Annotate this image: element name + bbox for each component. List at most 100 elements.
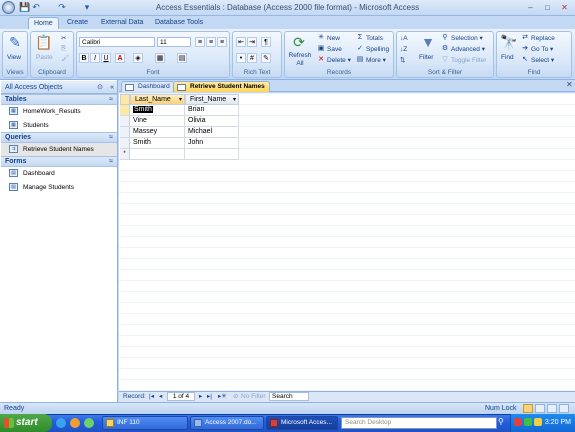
ie-quicklaunch-icon[interactable] (56, 418, 66, 428)
minimize-button[interactable]: – (523, 2, 538, 13)
row-selector[interactable] (120, 105, 130, 116)
tab-external-data[interactable]: External Data (96, 17, 148, 29)
nav-item-manage-students[interactable]: ▤ Manage Students (1, 181, 117, 194)
media-quicklaunch-icon[interactable] (70, 418, 80, 428)
table-cell[interactable]: Michael (185, 127, 239, 138)
copy-icon[interactable]: ⎘ (61, 44, 66, 53)
previous-record-icon[interactable]: ◂ (159, 392, 162, 402)
highlight-icon[interactable]: ✎ (261, 53, 271, 63)
row-selector[interactable] (120, 116, 130, 127)
increase-indent-icon[interactable]: ⇥ (247, 37, 257, 47)
text-direction-icon[interactable]: ¶ (261, 37, 271, 47)
font-size-combo[interactable]: 11 (157, 37, 191, 47)
tray-security-icon[interactable] (514, 418, 522, 426)
refresh-all-button[interactable]: Refresh All (287, 52, 313, 68)
nav-group-forms[interactable]: Forms ≈ (1, 156, 117, 167)
datasheet-view-icon[interactable] (523, 404, 533, 413)
toggle-filter-button[interactable]: ▽ Toggle Filter (441, 56, 486, 65)
tray-network-icon[interactable] (524, 418, 532, 426)
nav-item-dashboard[interactable]: ▤ Dashboard (1, 167, 117, 180)
maximize-button[interactable]: □ (540, 2, 555, 13)
cut-icon[interactable]: ✂ (61, 34, 66, 43)
tab-database-tools[interactable]: Database Tools (150, 17, 208, 29)
bullets-icon[interactable]: • (236, 53, 246, 63)
sort-ascending-icon[interactable]: ↓A (400, 34, 408, 43)
new-record-cell[interactable] (130, 149, 185, 160)
shutter-bar-close-icon[interactable]: « (110, 81, 114, 94)
column-header-first-name[interactable]: First_Name ▾ (185, 94, 239, 105)
select-all-corner[interactable] (120, 94, 130, 105)
nav-group-tables[interactable]: Tables ≈ (1, 94, 117, 105)
bold-button[interactable]: B (79, 53, 89, 63)
taskbar-item-inf110[interactable]: INF 110 (102, 416, 188, 430)
row-selector[interactable] (120, 138, 130, 149)
filter-status[interactable]: No Filter (241, 392, 266, 402)
new-record-marker[interactable]: * (120, 149, 130, 160)
pivot-chart-view-icon[interactable] (547, 404, 557, 413)
collapse-chevron-icon[interactable]: ≈ (109, 157, 113, 167)
underline-button[interactable]: U (101, 53, 111, 63)
view-button[interactable]: View (7, 53, 21, 62)
desktop-quicklaunch-icon[interactable] (84, 418, 94, 428)
filter-button[interactable]: Filter (419, 53, 433, 62)
nav-item-students[interactable]: ▦ Students (1, 119, 117, 132)
delete-record-button[interactable]: ✕ Delete ▾ (317, 56, 351, 65)
taskbar-item-access-doc[interactable]: Access 2007.do... (190, 416, 264, 430)
taskbar-item-microsoft-access[interactable]: Microsoft Acces... (266, 416, 338, 430)
totals-button[interactable]: Σ Totals (356, 34, 383, 43)
nav-item-homework-results[interactable]: ▦ HomeWork_Results (1, 105, 117, 118)
font-color-button[interactable]: A (115, 53, 125, 63)
sort-descending-icon[interactable]: ↓Z (400, 45, 407, 54)
doc-tab-dashboard[interactable]: Dashboard (121, 81, 175, 92)
format-painter-icon[interactable]: 🖌 (61, 54, 69, 63)
fill-color-icon[interactable]: ◈ (133, 53, 143, 63)
clear-sort-icon[interactable]: ⇅ (400, 56, 405, 65)
align-right-icon[interactable]: ≡ (217, 37, 227, 47)
nav-group-queries[interactable]: Queries ≈ (1, 132, 117, 143)
decrease-indent-icon[interactable]: ⇤ (236, 37, 246, 47)
sql-view-icon[interactable] (559, 404, 569, 413)
new-record-button[interactable]: ✳ New (317, 34, 340, 43)
column-dropdown-icon[interactable]: ▾ (179, 95, 182, 105)
new-blank-record-icon[interactable]: ▸✳ (218, 392, 227, 402)
more-button[interactable]: ▤ More ▾ (356, 56, 386, 65)
clock[interactable]: 3:20 PM (545, 414, 571, 432)
tray-volume-icon[interactable] (534, 418, 542, 426)
pivot-table-view-icon[interactable] (535, 404, 545, 413)
italic-button[interactable]: I (90, 53, 100, 63)
collapse-chevron-icon[interactable]: ≈ (109, 95, 113, 105)
collapse-chevron-icon[interactable]: ≈ (109, 133, 113, 143)
record-position-input[interactable]: 1 of 4 (167, 392, 195, 401)
advanced-button[interactable]: ⚙ Advanced ▾ (441, 45, 485, 54)
record-search-input[interactable]: Search (269, 392, 309, 401)
search-icon[interactable]: ⚲ (498, 417, 504, 426)
paste-button[interactable]: Paste (36, 53, 53, 62)
new-record-cell[interactable] (185, 149, 239, 160)
spelling-button[interactable]: ✓ Spelling (356, 45, 389, 54)
table-cell[interactable]: Massey (130, 127, 185, 138)
first-record-icon[interactable]: |◂ (149, 392, 154, 402)
column-dropdown-icon[interactable]: ▾ (233, 95, 236, 105)
column-header-last-name[interactable]: Last_Name ▾ (130, 94, 185, 105)
replace-button[interactable]: ⇄ Replace (521, 34, 555, 43)
desktop-search-input[interactable]: Search Desktop (341, 417, 497, 429)
next-record-icon[interactable]: ▸ (199, 392, 202, 402)
find-button[interactable]: Find (501, 53, 514, 62)
table-cell[interactable]: Brian (185, 105, 239, 116)
nav-item-retrieve-student-names[interactable]: ⇉ Retrieve Student Names (1, 143, 117, 156)
nav-pane-header[interactable]: All Access Objects ⊙ « (1, 81, 117, 94)
table-cell[interactable]: Olivia (185, 116, 239, 127)
last-record-icon[interactable]: ▸| (207, 392, 212, 402)
save-record-button[interactable]: ▣ Save (317, 45, 342, 54)
align-left-icon[interactable]: ≡ (195, 37, 205, 47)
table-cell[interactable]: John (185, 138, 239, 149)
table-cell[interactable]: Smith (130, 138, 185, 149)
select-button[interactable]: ↖ Select ▾ (521, 56, 554, 65)
tab-create[interactable]: Create (62, 17, 93, 29)
close-document-icon[interactable]: ✕ (566, 80, 573, 89)
numbering-icon[interactable]: # (247, 53, 257, 63)
nav-menu-chevron-icon[interactable]: ⊙ (97, 81, 103, 94)
doc-tab-retrieve-student-names[interactable]: Retrieve Student Names (173, 81, 270, 92)
align-center-icon[interactable]: ≡ (206, 37, 216, 47)
alternate-fill-icon[interactable]: ▤ (177, 53, 187, 63)
